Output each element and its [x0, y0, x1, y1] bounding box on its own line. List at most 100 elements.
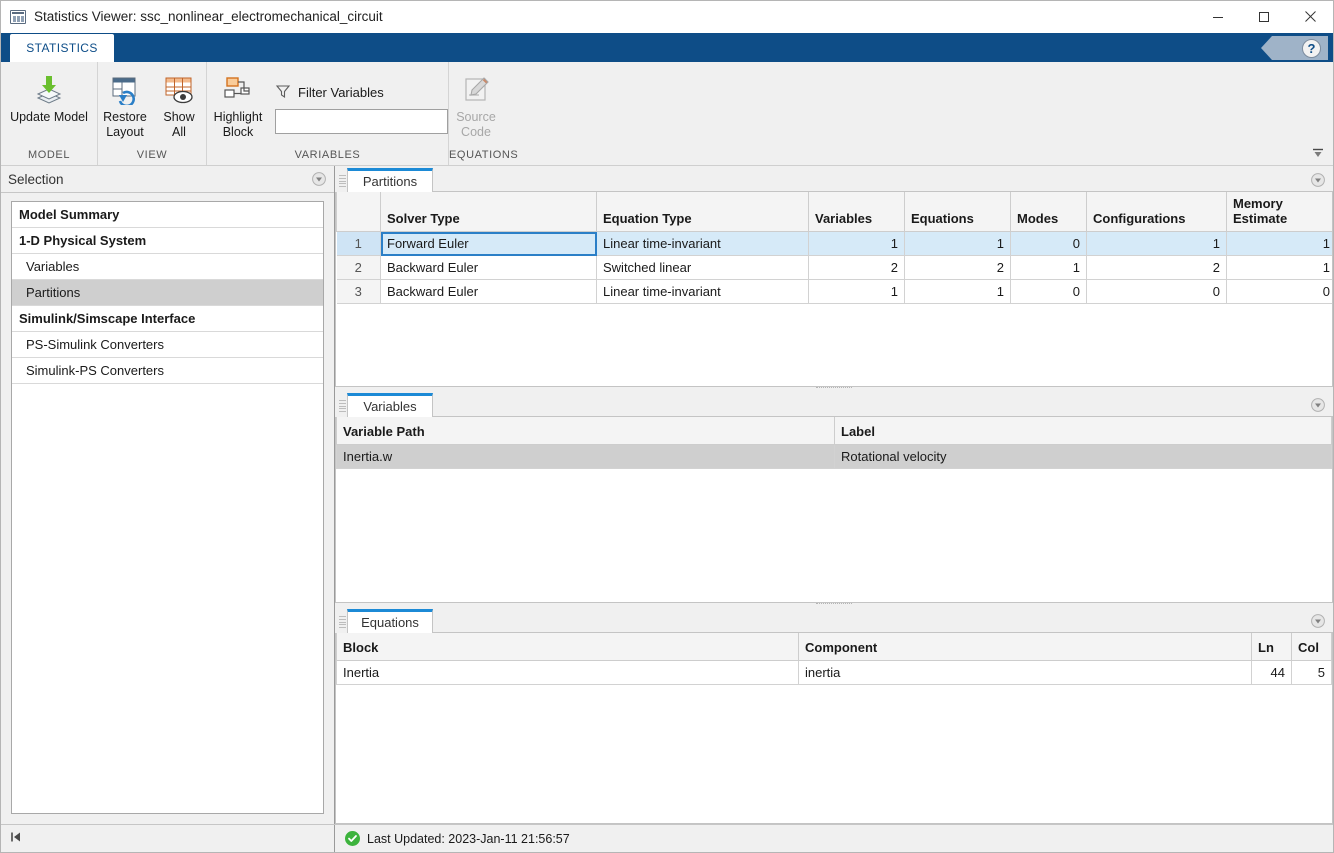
minimize-icon[interactable] [1195, 1, 1241, 32]
tab-variables[interactable]: Variables [347, 393, 433, 417]
cell-configurations[interactable]: 1 [1087, 232, 1227, 256]
partitions-col-equation-type[interactable]: Equation Type [597, 192, 809, 232]
equations-dock: Equations [335, 607, 1333, 824]
cell-variable-path[interactable]: Inertia.w [337, 444, 835, 468]
ribbon-group-variables-label: VARIABLES [207, 145, 448, 165]
cell-equation-type[interactable]: Linear time-invariant [597, 232, 809, 256]
maximize-icon[interactable] [1241, 1, 1287, 32]
cell-equation-type[interactable]: Linear time-invariant [597, 280, 809, 304]
variables-col-label[interactable]: Label [835, 417, 1332, 444]
row-index: 2 [337, 256, 381, 280]
go-to-start-icon[interactable] [9, 830, 23, 847]
sidebar-item-partitions[interactable]: Partitions [12, 280, 323, 306]
cell-configurations[interactable]: 0 [1087, 280, 1227, 304]
partitions-col-modes[interactable]: Modes [1011, 192, 1087, 232]
cell-variables[interactable]: 1 [809, 232, 905, 256]
partitions-col-memory-estimate[interactable]: Memory Estimate [1227, 192, 1334, 232]
restore-layout-button[interactable]: Restore Layout [98, 69, 152, 140]
cell-memory-estimate[interactable]: 1 [1227, 256, 1334, 280]
partitions-table-container: Solver Type Equation Type Variables Equa… [335, 192, 1333, 387]
highlight-block-label-1: Highlight [214, 110, 263, 125]
sidebar-item-1d-physical-system[interactable]: 1-D Physical System [12, 228, 323, 254]
table-window-icon [10, 10, 26, 24]
partitions-col-configurations[interactable]: Configurations [1087, 192, 1227, 232]
cell-modes[interactable]: 0 [1011, 232, 1087, 256]
sidebar-item-model-summary[interactable]: Model Summary [12, 202, 323, 228]
cell-component[interactable]: inertia [799, 660, 1252, 684]
cell-equations[interactable]: 1 [905, 232, 1011, 256]
table-row[interactable]: Inertia inertia 44 5 [337, 660, 1332, 684]
partitions-col-equations[interactable]: Equations [905, 192, 1011, 232]
variables-col-variable-path[interactable]: Variable Path [337, 417, 835, 444]
window-title: Statistics Viewer: ssc_nonlinear_electro… [34, 9, 383, 24]
partitions-col-solver-type[interactable]: Solver Type [381, 192, 597, 232]
cell-equation-type[interactable]: Switched linear [597, 256, 809, 280]
sidebar-item-label: 1-D Physical System [19, 233, 146, 248]
sidebar-item-simulink-simscape-interface[interactable]: Simulink/Simscape Interface [12, 306, 323, 332]
table-row[interactable]: 2 Backward Euler Switched linear 2 2 1 2… [337, 256, 1334, 280]
cell-variables[interactable]: 1 [809, 280, 905, 304]
sidebar-item-label: Simulink/Simscape Interface [19, 311, 195, 326]
help-button[interactable]: ? [1272, 36, 1328, 60]
highlight-block-label-2: Block [223, 125, 254, 140]
variables-drag-handle[interactable] [338, 398, 347, 414]
cell-solver-type[interactable]: Backward Euler [381, 280, 597, 304]
equations-col-component[interactable]: Component [799, 633, 1252, 660]
partitions-col-rownum[interactable] [337, 192, 381, 232]
panel-collapse-icon[interactable] [312, 172, 326, 186]
filter-funnel-icon [275, 83, 291, 102]
table-row[interactable]: 3 Backward Euler Linear time-invariant 1… [337, 280, 1334, 304]
cell-equations[interactable]: 2 [905, 256, 1011, 280]
partitions-drag-handle[interactable] [338, 173, 347, 189]
cell-label[interactable]: Rotational velocity [835, 444, 1332, 468]
variables-table-container: Variable Path Label Inertia.w Rotational… [335, 417, 1333, 603]
equations-drag-handle[interactable] [338, 614, 347, 630]
cell-memory-estimate[interactable]: 1 [1227, 232, 1334, 256]
filter-variables-label: Filter Variables [298, 85, 384, 100]
filter-variables-input[interactable] [275, 109, 448, 134]
partitions-col-variables[interactable]: Variables [809, 192, 905, 232]
partitions-table: Solver Type Equation Type Variables Equa… [336, 192, 1333, 304]
table-row[interactable]: 1 Forward Euler Linear time-invariant 1 … [337, 232, 1334, 256]
sidebar-item-simulink-ps-converters[interactable]: Simulink-PS Converters [12, 358, 323, 384]
tab-equations[interactable]: Equations [347, 609, 433, 633]
row-index: 3 [337, 280, 381, 304]
equations-col-block[interactable]: Block [337, 633, 799, 660]
cell-configurations[interactable]: 2 [1087, 256, 1227, 280]
equations-col-ln[interactable]: Ln [1252, 633, 1292, 660]
source-code-button[interactable]: Source Code [449, 69, 503, 140]
highlight-block-button[interactable]: Highlight Block [207, 69, 269, 140]
cell-solver-type[interactable]: Forward Euler [381, 232, 597, 256]
close-icon[interactable] [1287, 1, 1333, 32]
help-icon: ? [1302, 39, 1321, 58]
cell-memory-estimate[interactable]: 0 [1227, 280, 1334, 304]
cell-ln[interactable]: 44 [1252, 660, 1292, 684]
show-all-label-2: All [172, 125, 186, 140]
update-model-button[interactable]: Update Model [1, 69, 97, 125]
equations-table-container: Block Component Ln Col Inertia inertia 4… [335, 633, 1333, 824]
cell-modes[interactable]: 0 [1011, 280, 1087, 304]
collapse-ribbon-icon[interactable] [1309, 145, 1327, 163]
cell-modes[interactable]: 1 [1011, 256, 1087, 280]
sidebar-item-variables[interactable]: Variables [12, 254, 323, 280]
cell-variables[interactable]: 2 [809, 256, 905, 280]
equations-col-col[interactable]: Col [1292, 633, 1332, 660]
tab-partitions[interactable]: Partitions [347, 168, 433, 192]
update-model-label: Update Model [10, 110, 88, 125]
cell-col[interactable]: 5 [1292, 660, 1332, 684]
sidebar-item-ps-simulink-converters[interactable]: PS-Simulink Converters [12, 332, 323, 358]
tab-statistics[interactable]: STATISTICS [10, 34, 114, 62]
restore-layout-label-1: Restore [103, 110, 147, 125]
cell-block[interactable]: Inertia [337, 660, 799, 684]
update-model-icon [32, 73, 66, 107]
cell-solver-type[interactable]: Backward Euler [381, 256, 597, 280]
table-row[interactable]: Inertia.w Rotational velocity [337, 444, 1332, 468]
panel-collapse-icon[interactable] [1311, 173, 1325, 187]
ribbon-group-equations: Source Code EQUATIONS [448, 62, 518, 165]
panel-collapse-icon[interactable] [1311, 614, 1325, 628]
variables-header-row: Variable Path Label [337, 417, 1332, 444]
show-all-button[interactable]: Show All [152, 69, 206, 140]
panel-collapse-icon[interactable] [1311, 398, 1325, 412]
selection-list[interactable]: Model Summary 1-D Physical System Variab… [11, 201, 324, 814]
cell-equations[interactable]: 1 [905, 280, 1011, 304]
